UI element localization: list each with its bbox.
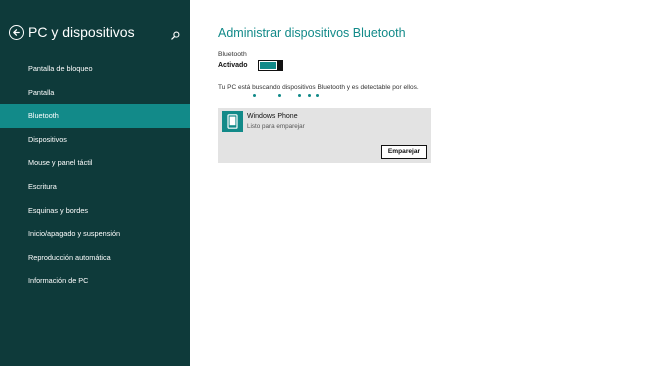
sidebar-item-pantalla-de-bloqueo[interactable]: Pantalla de bloqueo [0, 57, 190, 81]
progress-dot [278, 94, 281, 97]
sidebar-item-escritura[interactable]: Escritura [0, 175, 190, 199]
sidebar-item-informacion-de-pc[interactable]: Información de PC [0, 269, 190, 293]
device-name: Windows Phone [247, 113, 298, 120]
phone-icon [222, 111, 243, 132]
device-status: Listo para emparejar [247, 123, 305, 130]
progress-dot [298, 94, 301, 97]
sidebar-item-pantalla[interactable]: Pantalla [0, 81, 190, 105]
sidebar-nav: Pantalla de bloqueo Pantalla Bluetooth D… [0, 57, 190, 293]
toggle-thumb [277, 60, 283, 71]
device-card[interactable]: Windows Phone Listo para emparejar Empar… [218, 108, 431, 163]
scanning-text: Tu PC está buscando dispositivos Bluetoo… [218, 84, 419, 91]
main-content: Administrar dispositivos Bluetooth Bluet… [218, 0, 650, 366]
progress-dot [253, 94, 256, 97]
sidebar-item-reproduccion-automatica[interactable]: Reproducción automática [0, 246, 190, 270]
sidebar-item-bluetooth[interactable]: Bluetooth [0, 104, 190, 128]
progress-dot [316, 94, 319, 97]
page-title: Administrar dispositivos Bluetooth [218, 26, 406, 40]
toggle-fill [260, 62, 276, 69]
progress-dots [218, 94, 338, 100]
search-icon[interactable] [171, 27, 180, 45]
pair-button[interactable]: Emparejar [381, 145, 427, 159]
back-arrow-icon[interactable] [9, 25, 24, 40]
bluetooth-label: Bluetooth [218, 51, 247, 58]
bluetooth-toggle[interactable] [258, 60, 283, 71]
sidebar-item-mouse-y-panel-tactil[interactable]: Mouse y panel táctil [0, 151, 190, 175]
bluetooth-state: Activado [218, 62, 248, 69]
sidebar-item-inicio-apagado[interactable]: Inicio/apagado y suspensión [0, 222, 190, 246]
sidebar: PC y dispositivos Pantalla de bloqueo Pa… [0, 0, 190, 366]
progress-dot [308, 94, 311, 97]
sidebar-item-esquinas-y-bordes[interactable]: Esquinas y bordes [0, 199, 190, 223]
sidebar-item-dispositivos[interactable]: Dispositivos [0, 128, 190, 152]
sidebar-title: PC y dispositivos [28, 24, 135, 40]
